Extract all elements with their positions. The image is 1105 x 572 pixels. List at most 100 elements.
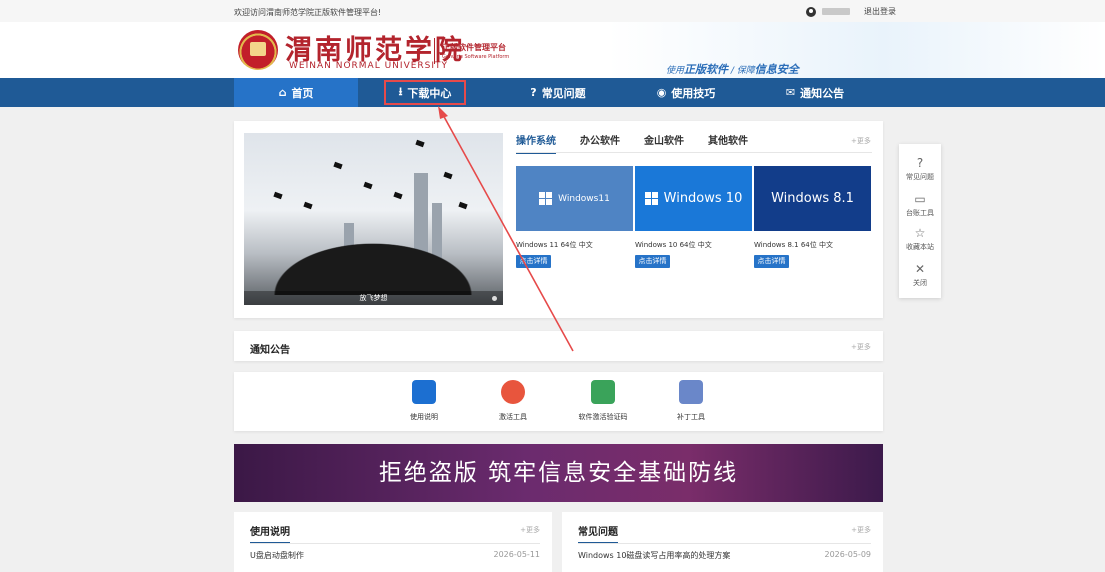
tool-label: 软件激活验证码	[578, 413, 628, 421]
header-slogan: 使用正版软件 / 保障信息安全	[666, 61, 799, 77]
os-tile-label: Windows 10	[663, 191, 743, 206]
more-link[interactable]: +更多	[851, 136, 871, 146]
os-name: Windows 11 64位 中文	[516, 241, 593, 249]
side-close[interactable]: ✕ 关闭	[899, 262, 941, 288]
list-divider	[250, 543, 540, 544]
nav-home[interactable]: ⌂ 首页	[234, 78, 358, 107]
windows-logo-icon	[539, 192, 553, 205]
user-icon[interactable]	[806, 6, 816, 17]
manual-icon	[412, 380, 436, 404]
university-emblem-icon[interactable]	[238, 30, 278, 70]
side-label: 常见问题	[906, 173, 934, 181]
nav-tips[interactable]: ◉ 使用技巧	[636, 78, 736, 107]
nav-download-center[interactable]: ⭳ 下载中心	[382, 78, 468, 107]
banner-text: 拒绝盗版 筑牢信息安全基础防线	[378, 460, 739, 486]
floating-sidebar: ? 常见问题 ▭ 台账工具 ☆ 收藏本站 ✕ 关闭	[899, 144, 941, 298]
tool-label: 补丁工具	[677, 413, 705, 421]
main-nav: ⌂ 首页 ⭳ 下载中心 ? 常见问题 ◉ 使用技巧 ✉ 通知公告	[0, 78, 1105, 107]
nav-label: 首页	[291, 86, 314, 100]
windows-logo-icon	[644, 192, 658, 205]
close-icon: ✕	[914, 262, 926, 276]
question-icon: ?	[530, 86, 537, 99]
user-area: 退出登录	[806, 6, 896, 17]
tool-patch[interactable]: 补丁工具	[661, 380, 721, 422]
slogan-part: /	[728, 66, 737, 76]
tool-activation[interactable]: 激活工具	[483, 380, 543, 422]
os-name: Windows 10 64位 中文	[635, 241, 712, 249]
cap-shape	[303, 201, 313, 210]
featured-card: 放飞梦想 操作系统 办公软件 金山软件 其他软件 +更多 Windows11 W…	[234, 121, 883, 318]
arrow-head	[438, 106, 448, 119]
nav-label: 常见问题	[541, 86, 586, 100]
tab-os[interactable]: 操作系统	[516, 132, 556, 154]
nav-notices[interactable]: ✉ 通知公告	[765, 78, 865, 107]
slogan-part: 正版软件	[684, 63, 729, 76]
notice-more-link[interactable]: +更多	[851, 342, 871, 352]
os-tile-win10[interactable]: Windows 10	[635, 166, 752, 231]
faq-list-card: 常见问题 +更多 Windows 10磁盘读写占用率高的处理方案 2026-05…	[562, 512, 883, 572]
verify-icon	[591, 380, 615, 404]
details-button[interactable]: 点击详情	[635, 255, 670, 268]
graduation-photo[interactable]: 放飞梦想	[244, 133, 503, 305]
os-tile-win11[interactable]: Windows11	[516, 166, 633, 231]
username-redacted	[822, 8, 850, 15]
activation-icon	[501, 380, 525, 404]
mail-icon: ✉	[785, 86, 796, 99]
os-name: Windows 8.1 64位 中文	[754, 241, 833, 249]
carousel-dot[interactable]	[492, 296, 497, 301]
manual-list-title: 使用说明	[250, 523, 290, 544]
logout-link[interactable]: 退出登录	[864, 6, 896, 17]
notice-title: 通知公告	[250, 345, 290, 356]
logo-divider	[434, 38, 435, 64]
question-circle-icon: ?	[916, 156, 924, 170]
download-icon: ⭳	[398, 85, 403, 98]
site-header: 渭南师范学院 WEINAN NORMAL UNIVERSITY 正版软件管理平台…	[0, 22, 1105, 78]
side-label: 关闭	[913, 279, 927, 287]
slogan-part: 保障	[736, 66, 755, 76]
tool-label: 使用说明	[410, 413, 438, 421]
crowd-shape	[258, 235, 488, 295]
details-button[interactable]: 点击详情	[516, 255, 551, 268]
anti-piracy-banner[interactable]: 拒绝盗版 筑牢信息安全基础防线	[234, 444, 883, 502]
manual-more-link[interactable]: +更多	[520, 525, 540, 535]
tab-office[interactable]: 办公软件	[580, 132, 620, 154]
tool-verify-code[interactable]: 软件激活验证码	[573, 380, 633, 422]
list-item[interactable]: Windows 10磁盘读写占用率高的处理方案 2026-05-09	[578, 550, 871, 561]
side-bookmark[interactable]: ☆ 收藏本站	[899, 226, 941, 252]
cap-shape	[273, 191, 283, 200]
side-label: 收藏本站	[906, 243, 934, 251]
details-button[interactable]: 点击详情	[754, 255, 789, 268]
tips-icon: ◉	[656, 86, 667, 99]
nav-faq[interactable]: ? 常见问题	[508, 78, 608, 107]
list-item[interactable]: U盘启动盘制作 2026-05-11	[250, 550, 540, 561]
tab-other[interactable]: 其他软件	[708, 132, 748, 154]
manual-list-card: 使用说明 +更多 U盘启动盘制作 2026-05-11	[234, 512, 552, 572]
list-item-title: U盘启动盘制作	[250, 551, 304, 560]
star-icon: ☆	[914, 226, 926, 240]
cap-shape	[415, 139, 425, 148]
tab-divider	[516, 152, 872, 153]
side-faq[interactable]: ? 常见问题	[899, 156, 941, 182]
monitor-icon: ▭	[914, 192, 926, 206]
nav-label: 下载中心	[407, 86, 452, 100]
tool-label: 激活工具	[499, 413, 527, 421]
tab-kingsoft[interactable]: 金山软件	[644, 132, 684, 154]
cap-shape	[393, 191, 403, 200]
software-tabs: 操作系统 办公软件 金山软件 其他软件	[516, 132, 772, 154]
platform-name-en: Genuine Software Platform	[442, 54, 510, 60]
side-ledger[interactable]: ▭ 台账工具	[899, 192, 941, 218]
faq-more-link[interactable]: +更多	[851, 525, 871, 535]
home-icon: ⌂	[278, 86, 287, 99]
side-label: 台账工具	[906, 209, 934, 217]
list-item-title: Windows 10磁盘读写占用率高的处理方案	[578, 551, 731, 560]
cap-shape	[363, 181, 373, 190]
slogan-part: 使用	[666, 66, 685, 76]
cap-shape	[443, 171, 453, 180]
os-tile-label: Windows11	[558, 193, 610, 204]
university-name-en: WEINAN NORMAL UNIVERSITY	[289, 61, 449, 71]
nav-label: 使用技巧	[671, 86, 716, 100]
os-tile-win81[interactable]: Windows 8.1	[754, 166, 871, 231]
tools-card: 使用说明 激活工具 软件激活验证码 补丁工具	[234, 372, 883, 431]
faq-list-title: 常见问题	[578, 523, 618, 544]
tool-manual[interactable]: 使用说明	[394, 380, 454, 422]
